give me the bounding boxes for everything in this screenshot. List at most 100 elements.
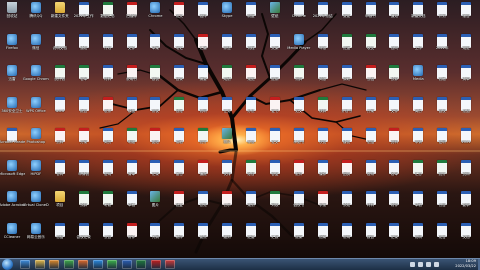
desktop-icon[interactable]: 公告 [97,222,119,247]
desktop-icon[interactable]: 清单 [455,65,477,89]
desktop-icon[interactable]: 资料 [49,128,71,152]
desktop-icon[interactable]: 简历 [407,96,429,121]
explorer-icon[interactable] [34,260,45,269]
desktop-icon[interactable]: 申报书 [360,2,382,26]
desktop-icon[interactable]: 发言 [431,222,453,247]
desktop-icon[interactable]: 指南 [312,222,334,247]
desktop-icon[interactable]: 证明 [431,128,453,152]
desktop-icon[interactable]: 纪要 [240,222,262,247]
desktop-icon[interactable]: 统计 [192,128,214,152]
desktop-icon[interactable]: 微信 [25,33,47,58]
desktop-icon[interactable]: 进度 [336,33,358,58]
desktop-icon[interactable]: 2022年 [431,33,453,58]
desktop-icon[interactable]: 发票 [97,96,119,121]
desktop-icon[interactable]: 申请 [407,128,429,152]
desktop-icon[interactable]: 申请表 [73,159,95,184]
desktop-icon[interactable]: 清单 [121,159,143,184]
desktop-icon[interactable]: 台账 [168,96,190,121]
desktop-icon[interactable]: 新建文件夹 [49,2,71,26]
desktop-icon[interactable]: 会议 [431,96,453,121]
desktop-icon[interactable]: 笔记 [168,33,190,58]
desktop-icon[interactable]: 扫描件 [121,2,143,26]
desktop-icon[interactable]: 网易云音乐 [25,222,47,247]
desktop-icon[interactable]: 模板 [121,96,143,121]
desktop-icon[interactable]: 合同 [383,33,405,58]
desktop-icon[interactable]: 决议 [312,128,334,152]
desktop-icon[interactable]: 范文 [288,96,310,121]
desktop-icon[interactable]: 工作 [407,33,429,58]
desktop-icon[interactable]: 预算 [383,65,405,89]
desktop-icon[interactable]: 说明文档 [49,33,71,58]
desktop-icon[interactable]: 总结 [455,96,477,121]
desktop-icon[interactable]: 总结 [49,222,71,247]
excel-icon[interactable] [136,260,146,269]
desktop-icon[interactable]: 记录 [383,222,405,247]
desktop-icon[interactable]: 预算 [73,191,95,215]
desktop-icon[interactable]: 综述 [216,33,238,58]
desktop-icon[interactable]: 考勤 [97,191,119,215]
desktop-icon[interactable]: 记录 [144,159,166,184]
desktop-icon[interactable]: 账目 [240,159,262,184]
desktop-icon[interactable]: 协议 [144,96,166,121]
desktop-icon[interactable]: 论文 [264,128,286,152]
desktop-icon[interactable]: 报告 [73,96,95,121]
chrome-icon[interactable] [63,260,74,269]
desktop-icon[interactable]: 草稿 [407,191,429,215]
desktop-icon[interactable]: 须知 [336,191,358,215]
desktop-icon[interactable]: 材料 [360,191,382,215]
desktop-icon[interactable]: 标准 [240,128,262,152]
desktop-icon[interactable]: 承诺书 [288,128,310,152]
desktop-icon[interactable]: 计划书 [336,96,358,121]
desktop-icon[interactable]: 迅雷 [1,65,23,89]
desktop-icon[interactable]: Skype [216,2,238,26]
desktop-icon[interactable]: 报告 [360,222,382,247]
desktop-icon[interactable]: 提纲 [264,65,286,89]
desktop-icon[interactable]: 计划 [97,33,119,58]
desktop-icon[interactable]: 附件 [121,222,143,247]
desktop-icon[interactable]: 2021年总结 [312,2,334,26]
desktop-icon[interactable]: 核算 [312,96,334,121]
desktop-icon[interactable]: 资料 [383,128,405,152]
desktop-icon[interactable]: 证书 [264,96,286,121]
desktop[interactable]: 回收站 Firefox 迅雷 360安全卫士 Acrobat Reader DC Micr… [0,0,480,258]
desktop-icon[interactable]: Media Player [287,33,310,58]
desktop-icon[interactable]: 方案 [73,128,95,152]
desktop-icon[interactable]: 倡议书 [288,191,310,215]
desktop-icon[interactable]: 证明 [97,159,119,184]
desktop-icon[interactable]: 通报 [192,159,214,184]
desktop-icon[interactable]: 说明 [336,222,358,247]
desktop-icon[interactable]: 报告 [455,2,477,26]
desktop-icon[interactable]: Media [407,65,429,89]
desktop-icon[interactable]: 明细 [121,128,143,152]
desktop-icon[interactable]: 项目 [49,191,71,215]
volume-icon[interactable] [426,262,431,267]
desktop-icon[interactable]: 讲稿 [168,128,190,152]
input-method-icon[interactable] [434,262,439,267]
desktop-icon[interactable]: 照片 [216,128,238,152]
desktop-icon[interactable]: 发文 [168,2,190,26]
desktop-icon[interactable]: 规划 [240,191,262,215]
media-player-icon[interactable] [49,260,59,269]
desktop-icon[interactable]: 腾讯QQ [25,2,47,26]
desktop-icon[interactable]: 说明 [192,96,214,121]
desktop-icon[interactable]: 壁纸 [264,2,286,26]
desktop-icon[interactable]: 收支 [360,33,382,58]
desktop-icon[interactable]: 提案 [288,222,310,247]
desktop-icon[interactable]: 年报 [312,33,334,58]
desktop-icon[interactable]: 规范 [240,65,262,89]
desktop-icon[interactable]: 课件 [312,159,334,184]
desktop-icon[interactable]: 通知 [383,2,405,26]
desktop-icon[interactable]: 意见 [192,191,214,215]
desktop-icon[interactable]: 资料 [455,159,477,184]
desktop-icon[interactable]: WPS Office [25,96,47,121]
desktop-icon[interactable]: Adobe Acrobat [0,191,25,215]
desktop-icon[interactable]: 数据汇总 [97,2,119,26]
desktop-icon[interactable]: 答复 [264,159,286,184]
network-icon[interactable] [418,262,423,267]
desktop-icon[interactable]: 简报 [312,65,334,89]
firefox-icon[interactable] [78,260,88,269]
desktop-icon[interactable]: 手册 [312,191,334,215]
desktop-icon[interactable]: HiPDF [25,159,47,184]
desktop-icon[interactable]: 函件 [192,2,214,26]
desktop-icon[interactable]: 2022年工作 [73,2,95,26]
